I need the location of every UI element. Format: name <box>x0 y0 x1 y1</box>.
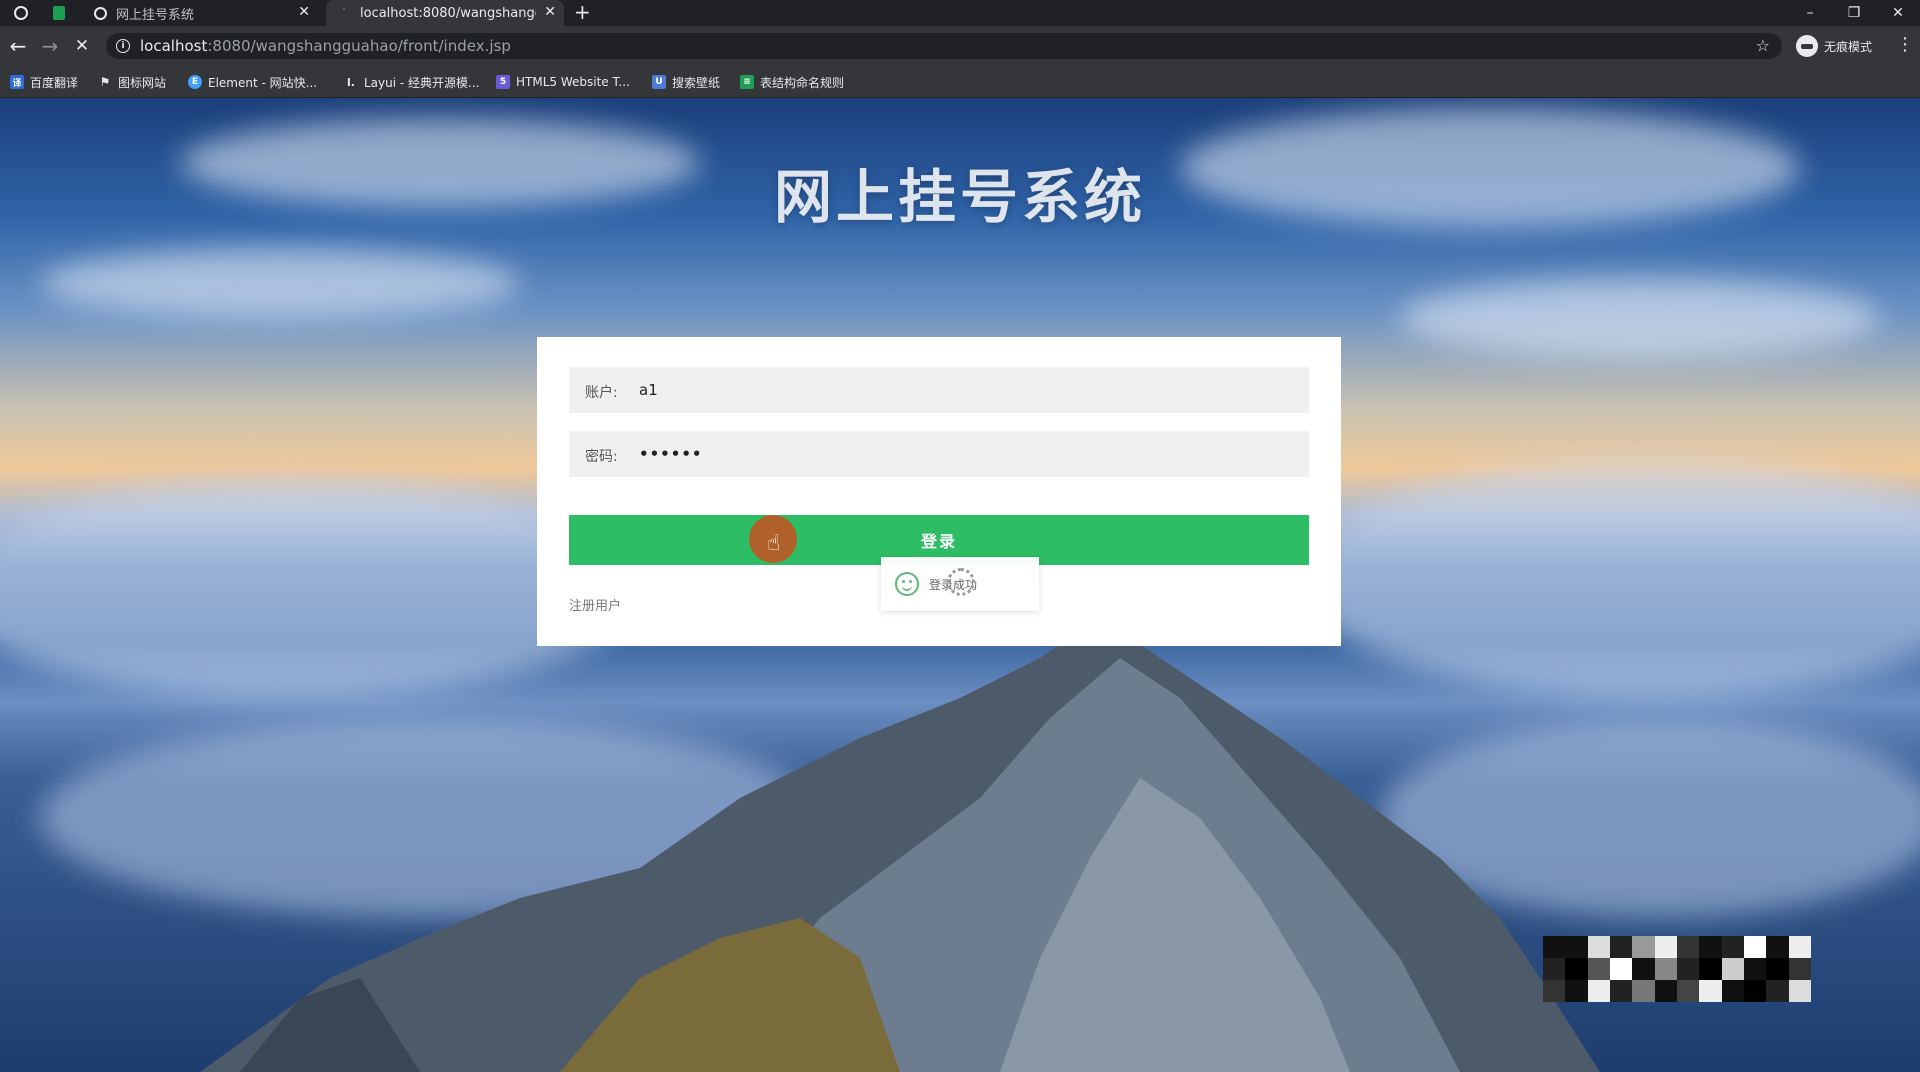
chrome-globe-icon <box>14 6 28 20</box>
close-tab-icon[interactable]: ✕ <box>544 4 556 20</box>
wallpaper-icon: U <box>652 75 666 89</box>
tab-label: localhost:8080/wangshanggu <box>360 5 536 21</box>
bookmarks-bar: 译 百度翻译 ⚑ 图标网站 E Element - 网站快... l. Layu… <box>0 66 1920 98</box>
close-window-button[interactable]: ✕ <box>1876 0 1920 26</box>
site-title: 网上挂号系统 <box>773 163 1146 231</box>
minimize-button[interactable]: – <box>1788 0 1832 26</box>
bookmark-layui[interactable]: l. Layui - 经典开源模... <box>344 73 479 91</box>
click-indicator: ☝ <box>749 515 797 563</box>
tab-pinned-2[interactable] <box>44 0 74 26</box>
tab-strip: 网上挂号系统 ✕ ˙ localhost:8080/wangshanggu ✕ … <box>0 0 1920 26</box>
password-field[interactable]: 密码: •••••• <box>569 431 1309 477</box>
password-label: 密码: <box>585 449 618 465</box>
incognito-profile-button[interactable]: 无痕模式 <box>1796 34 1872 58</box>
html5-template-icon: 5 <box>496 75 510 89</box>
close-tab-icon[interactable]: ✕ <box>298 4 310 20</box>
green-sheet-icon <box>53 6 65 20</box>
element-icon: E <box>188 75 202 89</box>
bookmark-wallpaper[interactable]: U 搜索壁纸 <box>652 73 720 91</box>
sheet-icon: ≡ <box>740 75 754 89</box>
register-link[interactable]: 注册用户 <box>569 595 621 614</box>
url-path: :8080/wangshangguahao/front/index.jsp <box>207 37 511 55</box>
stop-loading-button[interactable]: ✕ <box>68 32 96 60</box>
loading-icon: ˙ <box>341 7 347 19</box>
translate-icon: 译 <box>10 75 24 89</box>
hand-pointer-icon: ☝ <box>767 531 781 556</box>
smile-icon <box>895 572 919 596</box>
globe-icon <box>92 5 108 21</box>
flag-icon: ⚑ <box>99 75 111 89</box>
url-host: localhost <box>140 37 208 55</box>
bookmark-star-icon[interactable]: ☆ <box>1756 36 1770 55</box>
new-tab-button[interactable]: + <box>574 1 591 23</box>
profile-label: 无痕模式 <box>1824 39 1873 54</box>
browser-toolbar: ← → ✕ i localhost:8080/wangshangguahao/f… <box>0 26 1920 66</box>
tab-pinned-1[interactable] <box>6 0 36 26</box>
account-input[interactable]: a1 <box>639 381 658 399</box>
login-page: 网上挂号系统 账户: a1 密码: •••••• 登录 注册用户 登录成功 ☝ <box>0 98 1920 1072</box>
tab-registration-system[interactable]: 网上挂号系统 ✕ <box>82 0 318 26</box>
account-field[interactable]: 账户: a1 <box>569 367 1309 413</box>
restore-button[interactable]: ❐ <box>1832 0 1876 26</box>
address-bar[interactable]: i localhost:8080/wangshangguahao/front/i… <box>106 33 1782 59</box>
bookmark-baidu-translate[interactable]: 译 百度翻译 <box>10 73 78 91</box>
layui-icon: l. <box>347 75 355 89</box>
back-button[interactable]: ← <box>4 32 32 60</box>
bookmark-element[interactable]: E Element - 网站快... <box>188 73 317 91</box>
tab-label: 网上挂号系统 <box>116 7 195 23</box>
site-info-icon[interactable]: i <box>116 39 130 53</box>
incognito-icon <box>1796 35 1818 57</box>
browser-menu-icon[interactable]: ⋮ <box>1896 34 1914 56</box>
pixelated-watermark <box>1543 936 1811 1002</box>
forward-button[interactable]: → <box>36 32 64 60</box>
bookmark-icon-site[interactable]: ⚑ 图标网站 <box>98 73 166 91</box>
loading-spinner-icon <box>947 568 975 596</box>
bookmark-html5-template[interactable]: 5 HTML5 Website T... <box>496 73 630 91</box>
bookmark-table-naming[interactable]: ≡ 表结构命名规则 <box>740 73 844 91</box>
tab-localhost[interactable]: ˙ localhost:8080/wangshanggu ✕ <box>326 0 564 26</box>
password-input[interactable]: •••••• <box>639 445 703 463</box>
account-label: 账户: <box>585 385 618 401</box>
